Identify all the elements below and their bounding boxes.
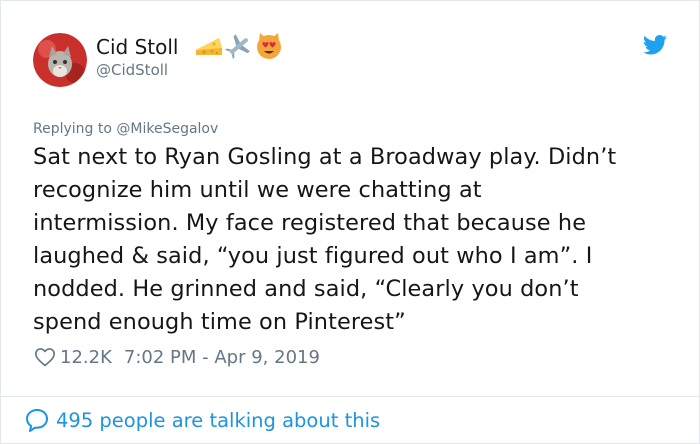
avatar[interactable]: [33, 33, 87, 87]
heart-outline-icon[interactable]: [34, 346, 56, 368]
tweet-meta: 12.2K 7:02 PM - Apr 9, 2019: [34, 345, 320, 369]
tweet-text: Sat next to Ryan Gosling at a Broadway p…: [33, 144, 617, 335]
name-emojis: [195, 31, 283, 61]
cheese-emoji-icon: [196, 38, 222, 55]
tweet-timestamp[interactable]: 7:02 PM - Apr 9, 2019: [124, 347, 320, 368]
reply-mention-link[interactable]: @MikeSegalov: [116, 121, 218, 137]
twitter-bird-icon[interactable]: [643, 35, 667, 55]
conversation-link-label: 495 people are talking about this: [56, 408, 381, 432]
author-handle[interactable]: @CidStoll: [96, 61, 168, 79]
tweet-card: Cid Stoll @CidStoll Replying to @MikeSeg…: [0, 0, 700, 444]
speech-bubble-icon: [26, 409, 48, 432]
like-count[interactable]: 12.2K: [60, 347, 112, 368]
divider: [1, 396, 699, 397]
avatar-image: [33, 33, 87, 87]
heart-eyes-cat-emoji-icon: [257, 33, 281, 59]
author-display-name[interactable]: Cid Stoll: [96, 35, 178, 59]
replying-to: Replying to @MikeSegalov: [33, 121, 218, 137]
airplane-emoji-icon: [225, 34, 250, 59]
conversation-link[interactable]: 495 people are talking about this: [24, 405, 380, 435]
replying-to-prefix: Replying to: [33, 121, 117, 137]
